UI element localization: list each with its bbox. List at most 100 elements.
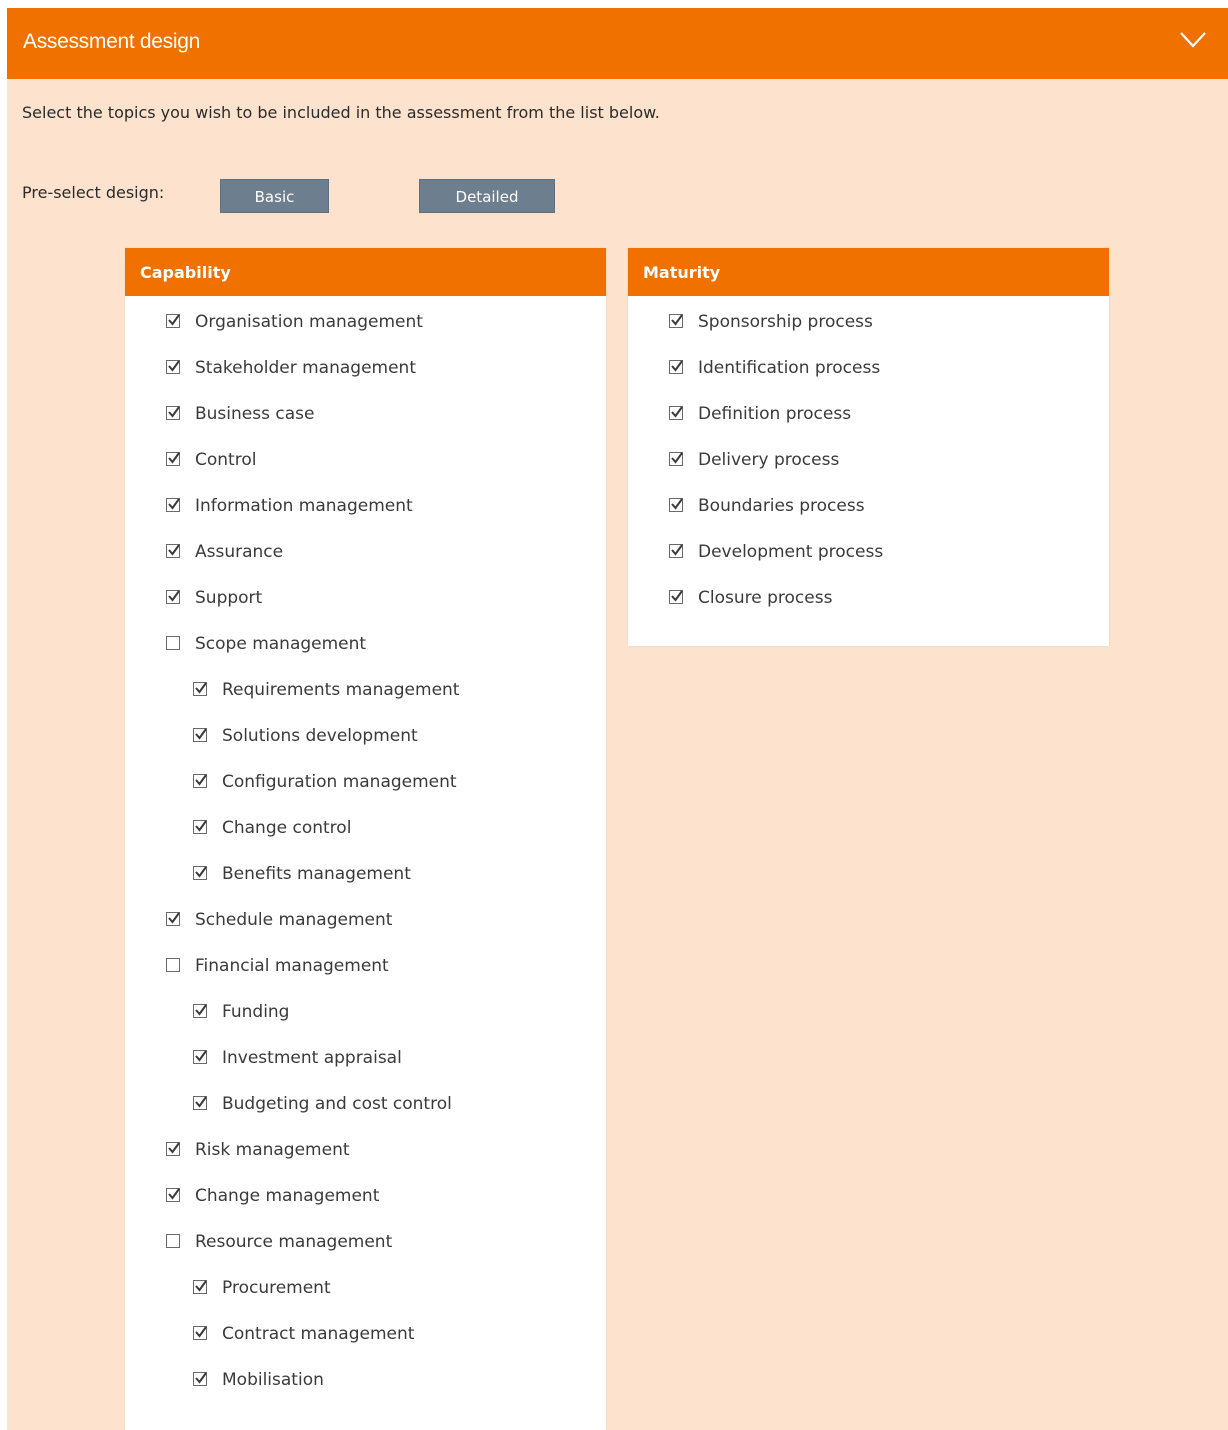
item-label: Funding xyxy=(222,1002,290,1022)
item-label: Requirements management xyxy=(222,680,460,700)
checkbox-checked-icon[interactable] xyxy=(193,1280,207,1294)
checkbox-checked-icon[interactable] xyxy=(166,452,180,466)
item-label: Sponsorship process xyxy=(698,312,873,332)
preselect-label: Pre-select design: xyxy=(22,183,165,202)
list-item[interactable]: Financial management xyxy=(125,954,606,1000)
list-item[interactable]: Change control xyxy=(125,816,606,862)
list-item[interactable]: Change management xyxy=(125,1184,606,1230)
list-item[interactable]: Organisation management xyxy=(125,310,606,356)
list-item[interactable]: Scope management xyxy=(125,632,606,678)
checkbox-unchecked-icon[interactable] xyxy=(166,1234,180,1248)
item-label: Information management xyxy=(195,496,413,516)
list-item[interactable]: Funding xyxy=(125,1000,606,1046)
checkbox-unchecked-icon[interactable] xyxy=(166,958,180,972)
list-item[interactable]: Requirements management xyxy=(125,678,606,724)
list-item[interactable]: Contract management xyxy=(125,1322,606,1368)
checkbox-checked-icon[interactable] xyxy=(166,912,180,926)
item-label: Benefits management xyxy=(222,864,411,884)
checkbox-checked-icon[interactable] xyxy=(669,590,683,604)
item-label: Change management xyxy=(195,1186,380,1206)
item-label: Change control xyxy=(222,818,352,838)
item-label: Scope management xyxy=(195,634,367,654)
list-item[interactable]: Budgeting and cost control xyxy=(125,1092,606,1138)
list-item[interactable]: Procurement xyxy=(125,1276,606,1322)
panel-header[interactable]: Assessment design xyxy=(7,8,1228,79)
item-label: Procurement xyxy=(222,1278,331,1298)
item-label: Support xyxy=(195,588,263,608)
item-label: Schedule management xyxy=(195,910,393,930)
list-item[interactable]: Identification process xyxy=(628,356,1109,402)
item-label: Definition process xyxy=(698,404,852,424)
item-label: Control xyxy=(195,450,257,470)
list-item[interactable]: Benefits management xyxy=(125,862,606,908)
list-item[interactable]: Definition process xyxy=(628,402,1109,448)
checkbox-checked-icon[interactable] xyxy=(669,498,683,512)
list-item[interactable]: Assurance xyxy=(125,540,606,586)
checkbox-checked-icon[interactable] xyxy=(193,1096,207,1110)
item-label: Closure process xyxy=(698,588,833,608)
list-item[interactable]: Business case xyxy=(125,402,606,448)
checkbox-checked-icon[interactable] xyxy=(166,498,180,512)
item-label: Stakeholder management xyxy=(195,358,416,378)
checkbox-checked-icon[interactable] xyxy=(669,544,683,558)
list-item[interactable]: Closure process xyxy=(628,586,1109,632)
checkbox-checked-icon[interactable] xyxy=(669,360,683,374)
list-item[interactable]: Solutions development xyxy=(125,724,606,770)
list-item[interactable]: Investment appraisal xyxy=(125,1046,606,1092)
item-label: Investment appraisal xyxy=(222,1048,402,1068)
checkbox-checked-icon[interactable] xyxy=(193,1050,207,1064)
list-item[interactable]: Resource management xyxy=(125,1230,606,1276)
assessment-design-panel: Assessment design Select the topics you … xyxy=(7,8,1228,1430)
checkbox-checked-icon[interactable] xyxy=(193,866,207,880)
checkbox-checked-icon[interactable] xyxy=(166,590,180,604)
checkbox-checked-icon[interactable] xyxy=(166,314,180,328)
item-label: Identification process xyxy=(698,358,881,378)
list-item[interactable]: Support xyxy=(125,586,606,632)
list-item[interactable]: Information management xyxy=(125,494,606,540)
detailed-button[interactable]: Detailed xyxy=(419,179,555,213)
list-item[interactable]: Development process xyxy=(628,540,1109,586)
list-item[interactable]: Sponsorship process xyxy=(628,310,1109,356)
item-label: Financial management xyxy=(195,956,389,976)
checkbox-checked-icon[interactable] xyxy=(193,820,207,834)
item-label: Mobilisation xyxy=(222,1370,324,1390)
item-label: Assurance xyxy=(195,542,284,562)
checkbox-checked-icon[interactable] xyxy=(669,452,683,466)
chevron-down-icon[interactable] xyxy=(1178,28,1208,52)
list-item[interactable]: Risk management xyxy=(125,1138,606,1184)
panel-title: Assessment design xyxy=(23,30,200,53)
maturity-card: Maturity Sponsorship process Identificati… xyxy=(628,248,1109,646)
item-label: Contract management xyxy=(222,1324,415,1344)
maturity-header: Maturity xyxy=(628,248,1109,296)
item-label: Risk management xyxy=(195,1140,350,1160)
item-label: Development process xyxy=(698,542,884,562)
checkbox-checked-icon[interactable] xyxy=(166,544,180,558)
capability-header: Capability xyxy=(125,248,606,296)
checkbox-checked-icon[interactable] xyxy=(193,1372,207,1386)
checkbox-checked-icon[interactable] xyxy=(193,728,207,742)
item-label: Resource management xyxy=(195,1232,393,1252)
list-item[interactable]: Schedule management xyxy=(125,908,606,954)
checkbox-checked-icon[interactable] xyxy=(166,360,180,374)
list-item[interactable]: Boundaries process xyxy=(628,494,1109,540)
checkbox-checked-icon[interactable] xyxy=(193,1326,207,1340)
checkbox-checked-icon[interactable] xyxy=(193,774,207,788)
checkbox-checked-icon[interactable] xyxy=(193,682,207,696)
list-item[interactable]: Control xyxy=(125,448,606,494)
list-item[interactable]: Stakeholder management xyxy=(125,356,606,402)
checkbox-checked-icon[interactable] xyxy=(166,1188,180,1202)
item-label: Solutions development xyxy=(222,726,418,746)
item-label: Boundaries process xyxy=(698,496,865,516)
capability-card: Capability Organisation management Stakeh… xyxy=(125,248,606,1430)
checkbox-unchecked-icon[interactable] xyxy=(166,636,180,650)
item-label: Budgeting and cost control xyxy=(222,1094,452,1114)
list-item[interactable]: Delivery process xyxy=(628,448,1109,494)
basic-button[interactable]: Basic xyxy=(220,179,329,213)
checkbox-checked-icon[interactable] xyxy=(193,1004,207,1018)
list-item[interactable]: Configuration management xyxy=(125,770,606,816)
checkbox-checked-icon[interactable] xyxy=(166,1142,180,1156)
checkbox-checked-icon[interactable] xyxy=(669,314,683,328)
checkbox-checked-icon[interactable] xyxy=(166,406,180,420)
list-item[interactable]: Mobilisation xyxy=(125,1368,606,1414)
checkbox-checked-icon[interactable] xyxy=(669,406,683,420)
